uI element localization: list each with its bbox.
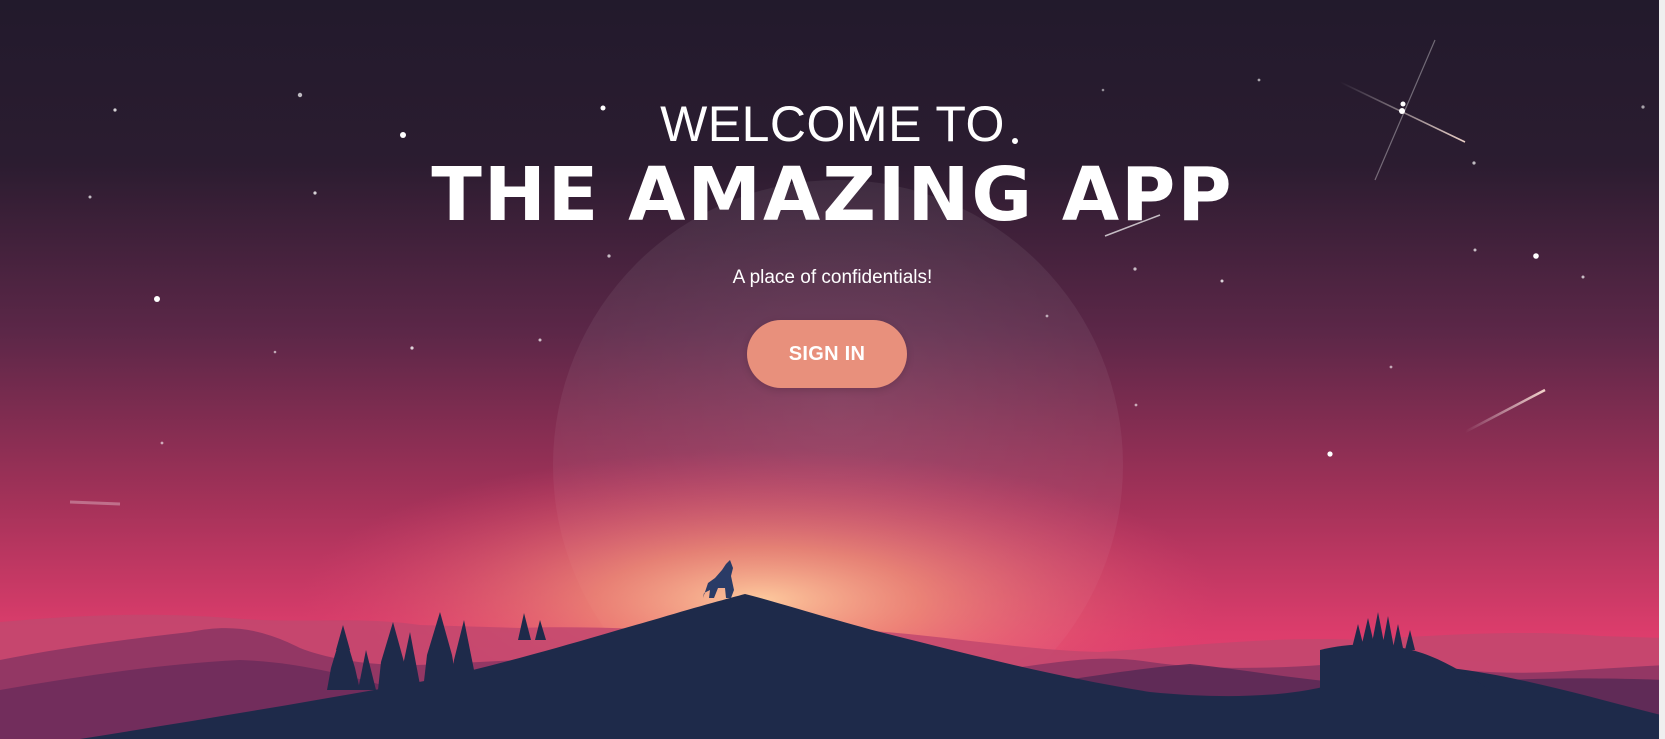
sign-in-button[interactable]: SIGN IN	[747, 320, 907, 388]
hero-section: WELCOME TO THE AMAZING APP A place of co…	[0, 0, 1665, 739]
landing-page: WELCOME TO THE AMAZING APP A place of co…	[0, 0, 1665, 739]
window-edge	[1659, 0, 1665, 739]
welcome-heading: WELCOME TO	[660, 96, 1005, 152]
app-title: THE AMAZING APP	[431, 152, 1234, 238]
tagline: A place of confidentials!	[732, 267, 933, 288]
